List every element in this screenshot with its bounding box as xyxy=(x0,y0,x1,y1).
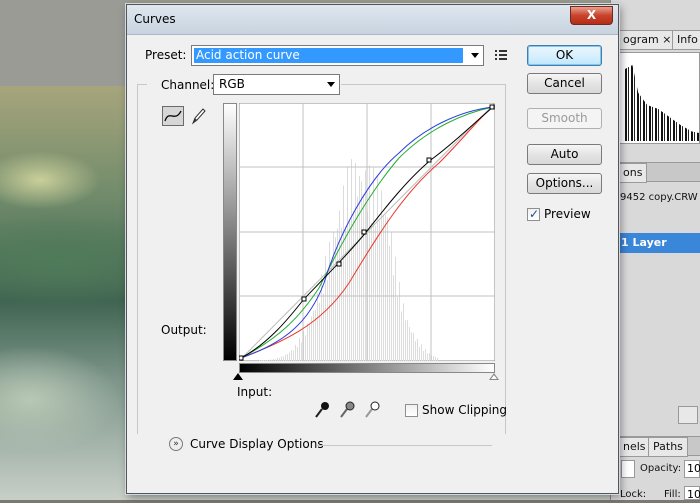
fill-input[interactable]: 100 xyxy=(684,486,700,500)
cancel-button[interactable]: Cancel xyxy=(527,73,602,94)
curves-dialog: Curves X Preset: Acid action curve Chann… xyxy=(126,4,619,494)
curve-control-point[interactable] xyxy=(239,356,243,360)
preset-dropdown[interactable]: Acid action curve xyxy=(191,45,484,66)
black-eyedropper-icon[interactable] xyxy=(313,400,331,420)
tab-channels-label: nels xyxy=(623,440,646,453)
tab-histogram-label: ogram xyxy=(623,33,659,46)
history-file-name: 9452 copy.CRW xyxy=(620,192,698,203)
histogram-panel xyxy=(618,52,700,144)
group-border-left xyxy=(137,84,138,434)
channel-dropdown[interactable]: RGB xyxy=(213,74,340,95)
opacity-input[interactable]: 100 xyxy=(684,460,700,478)
close-icon: X xyxy=(587,8,596,22)
output-gradient-bar xyxy=(223,103,237,361)
lock-label: Lock: xyxy=(620,489,646,500)
gray-eyedropper-icon[interactable] xyxy=(338,400,356,420)
fill-label: Fill: xyxy=(664,489,681,500)
smooth-button[interactable]: Smooth xyxy=(527,108,602,129)
expand-options-button[interactable]: » xyxy=(169,437,183,451)
curve-control-point[interactable] xyxy=(427,158,431,162)
opacity-label: Opacity: xyxy=(640,463,681,474)
black-point-slider[interactable] xyxy=(233,373,243,380)
double-chevron-down-icon: » xyxy=(173,439,179,449)
preview-checkbox[interactable]: ✓ xyxy=(527,208,540,221)
curve-control-point[interactable] xyxy=(362,230,366,234)
auto-button[interactable]: Auto xyxy=(527,144,602,165)
show-clipping-label: Show Clipping xyxy=(422,403,507,417)
close-icon[interactable]: × xyxy=(662,33,671,46)
curve-control-point[interactable] xyxy=(490,105,494,109)
tab-paths-label: Paths xyxy=(653,440,683,453)
show-clipping-checkbox[interactable] xyxy=(405,404,418,417)
channel-value: RGB xyxy=(219,77,245,91)
group-border-top-left xyxy=(137,84,147,85)
dialog-titlebar[interactable]: Curves X xyxy=(127,5,618,35)
curve-control-point[interactable] xyxy=(302,297,306,301)
curve-tool-icon xyxy=(163,107,183,125)
input-label: Input: xyxy=(237,385,272,399)
tab-histogram[interactable]: ogram × xyxy=(618,30,676,50)
curve-control-point[interactable] xyxy=(337,262,341,266)
history-item-layer[interactable]: 1 Layer xyxy=(611,233,700,253)
preview-label: Preview xyxy=(544,207,591,221)
tab-info[interactable]: Info xyxy=(672,30,700,50)
preset-label: Preset: xyxy=(145,48,186,62)
close-button[interactable]: X xyxy=(570,6,613,25)
histogram-bars xyxy=(625,61,699,141)
ok-button[interactable]: OK xyxy=(527,45,602,66)
blend-mode-dropdown[interactable] xyxy=(621,460,635,478)
chevron-down-icon xyxy=(327,82,335,87)
scroll-button[interactable] xyxy=(678,406,698,424)
pencil-tool-button[interactable] xyxy=(189,106,207,126)
tab-actions[interactable]: ons xyxy=(618,163,647,183)
white-point-slider[interactable] xyxy=(489,373,499,380)
curve-point-tool-button[interactable] xyxy=(162,106,184,126)
group-border-top-right xyxy=(341,84,505,85)
preset-options-icon[interactable] xyxy=(495,48,509,62)
white-eyedropper-icon[interactable] xyxy=(363,400,381,420)
dialog-title: Curves xyxy=(134,12,176,26)
curve-display-options-label[interactable]: Curve Display Options xyxy=(190,437,324,451)
options-button[interactable]: Options... xyxy=(527,173,602,194)
tab-info-label: Info xyxy=(677,33,698,46)
options-separator xyxy=(317,445,492,446)
curves-graph[interactable] xyxy=(239,103,495,361)
channel-label: Channel: xyxy=(161,78,214,92)
preset-value: Acid action curve xyxy=(194,48,463,63)
tab-actions-label: ons xyxy=(623,166,642,179)
check-icon: ✓ xyxy=(529,207,539,221)
group-border-right xyxy=(505,84,506,434)
background-canvas-gray xyxy=(0,0,130,86)
output-label: Output: xyxy=(161,323,207,337)
chevron-down-icon xyxy=(471,53,479,58)
tab-channels[interactable]: nels xyxy=(618,437,651,457)
input-gradient-bar xyxy=(239,363,495,373)
tab-paths[interactable]: Paths xyxy=(648,437,688,457)
